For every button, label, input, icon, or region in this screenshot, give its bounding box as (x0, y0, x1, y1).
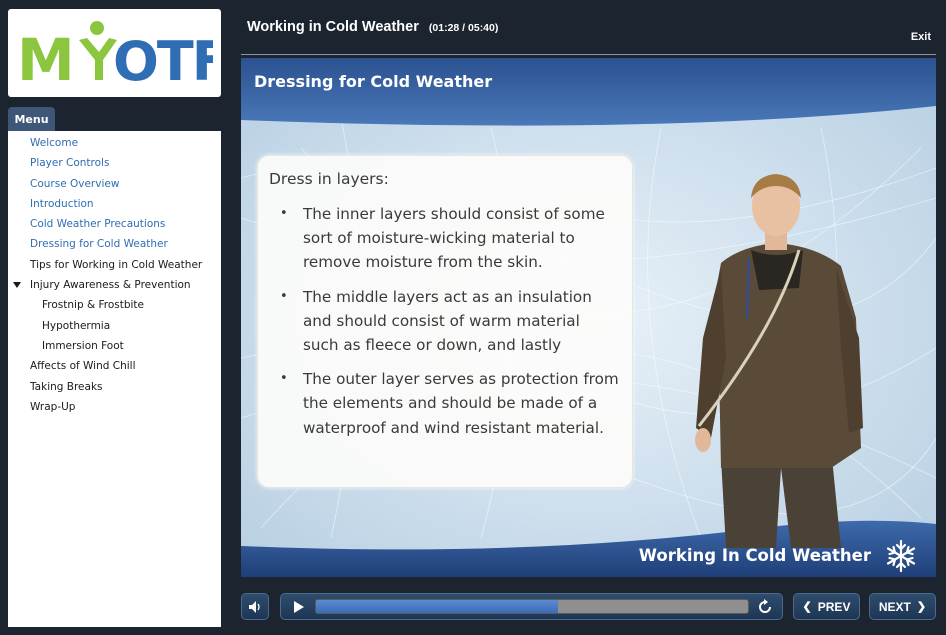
menu-item[interactable]: Immersion Foot (8, 336, 221, 356)
menu-item-label: Course Overview (30, 177, 120, 190)
chevron-left-icon: ❮ (802, 601, 812, 613)
volume-button[interactable] (241, 593, 269, 620)
caret-down-icon[interactable] (13, 282, 21, 289)
menu-item-label: Immersion Foot (42, 339, 124, 352)
menu-item[interactable]: Injury Awareness & Prevention (8, 275, 221, 295)
svg-text:M: M (17, 26, 72, 88)
chevron-right-icon: ❯ (916, 601, 927, 613)
menu-item-label: Affects of Wind Chill (30, 360, 136, 373)
logo: M OTF (8, 9, 221, 97)
menu-item[interactable]: Affects of Wind Chill (8, 356, 221, 376)
menu-item-label: Hypothermia (42, 319, 111, 332)
player-bar (280, 593, 783, 620)
menu-item-label: Introduction (30, 197, 94, 210)
next-button[interactable]: NEXT ❯ (869, 593, 936, 620)
header-divider (241, 54, 936, 55)
menu-item-label: Welcome (30, 137, 79, 149)
exit-button[interactable]: Exit (911, 31, 931, 43)
menu-item[interactable]: Frostnip & Frostbite (8, 295, 221, 315)
slide-area: Dressing for Cold Weather Dress in layer… (241, 58, 936, 577)
volume-icon (249, 600, 260, 613)
footer-title: Working In Cold Weather (638, 546, 871, 565)
menu-item[interactable]: Cold Weather Precautions (8, 214, 221, 234)
course-time: (01:28 / 05:40) (428, 22, 499, 34)
menu-item-label: Frostnip & Frostbite (42, 299, 145, 312)
menu-item[interactable]: Welcome (8, 133, 221, 153)
menu-item[interactable]: Wrap-Up (8, 397, 221, 417)
menu-item-label: Dressing for Cold Weather (30, 238, 168, 251)
menu-item-label: Tips for Working in Cold Weather (30, 258, 203, 271)
svg-text:OTF: OTF (113, 30, 213, 88)
menu-tab[interactable]: Menu (8, 107, 55, 131)
prev-button[interactable]: ❮ PREV (793, 593, 860, 620)
menu-item-label: Taking Breaks (30, 380, 103, 393)
next-label: NEXT (878, 599, 911, 614)
myotf-logo: M OTF (17, 21, 213, 88)
prev-label: PREV (817, 599, 851, 614)
slide-title: Dressing for Cold Weather (254, 72, 493, 91)
menu-item-label: Cold Weather Precautions (30, 218, 166, 231)
menu-item[interactable]: Course Overview (8, 174, 221, 194)
replay-icon[interactable] (755, 597, 775, 617)
course-title: Working in Cold Weather (01:28 / 05:40) (247, 19, 498, 35)
menu-item[interactable]: Dressing for Cold Weather (8, 234, 221, 254)
progress-fill (316, 600, 558, 613)
bullet-item: The outer layer serves as protection fro… (280, 367, 620, 440)
presenter-image (695, 174, 863, 548)
menu-item[interactable]: Hypothermia (8, 316, 221, 336)
menu-item-label: Injury Awareness & Prevention (30, 279, 191, 292)
menu-item-label: Player Controls (30, 157, 110, 170)
bullet-item: The inner layers should consist of some … (280, 202, 620, 275)
menu-list: Welcome Player Controls Course Overview Int… (8, 131, 221, 417)
content-box: Dress in layers: The inner layers should… (257, 155, 633, 488)
bullet-item: The middle layers act as an insulation a… (280, 285, 620, 358)
menu-panel: Welcome Player Controls Course Overview Int… (8, 131, 221, 627)
menu-item[interactable]: Player Controls (8, 153, 221, 173)
snowflake-icon (886, 539, 916, 573)
menu-item[interactable]: Tips for Working in Cold Weather (8, 255, 221, 275)
progress-track[interactable] (315, 599, 749, 614)
content-heading: Dress in layers: (269, 170, 389, 188)
menu-item[interactable]: Introduction (8, 194, 221, 214)
menu-item[interactable]: Taking Breaks (8, 377, 221, 397)
menu-item-label: Wrap-Up (30, 400, 76, 413)
course-title-text: Working in Cold Weather (247, 19, 419, 35)
bullet-list: The inner layers should consist of some … (280, 202, 620, 450)
play-icon[interactable] (288, 597, 308, 617)
